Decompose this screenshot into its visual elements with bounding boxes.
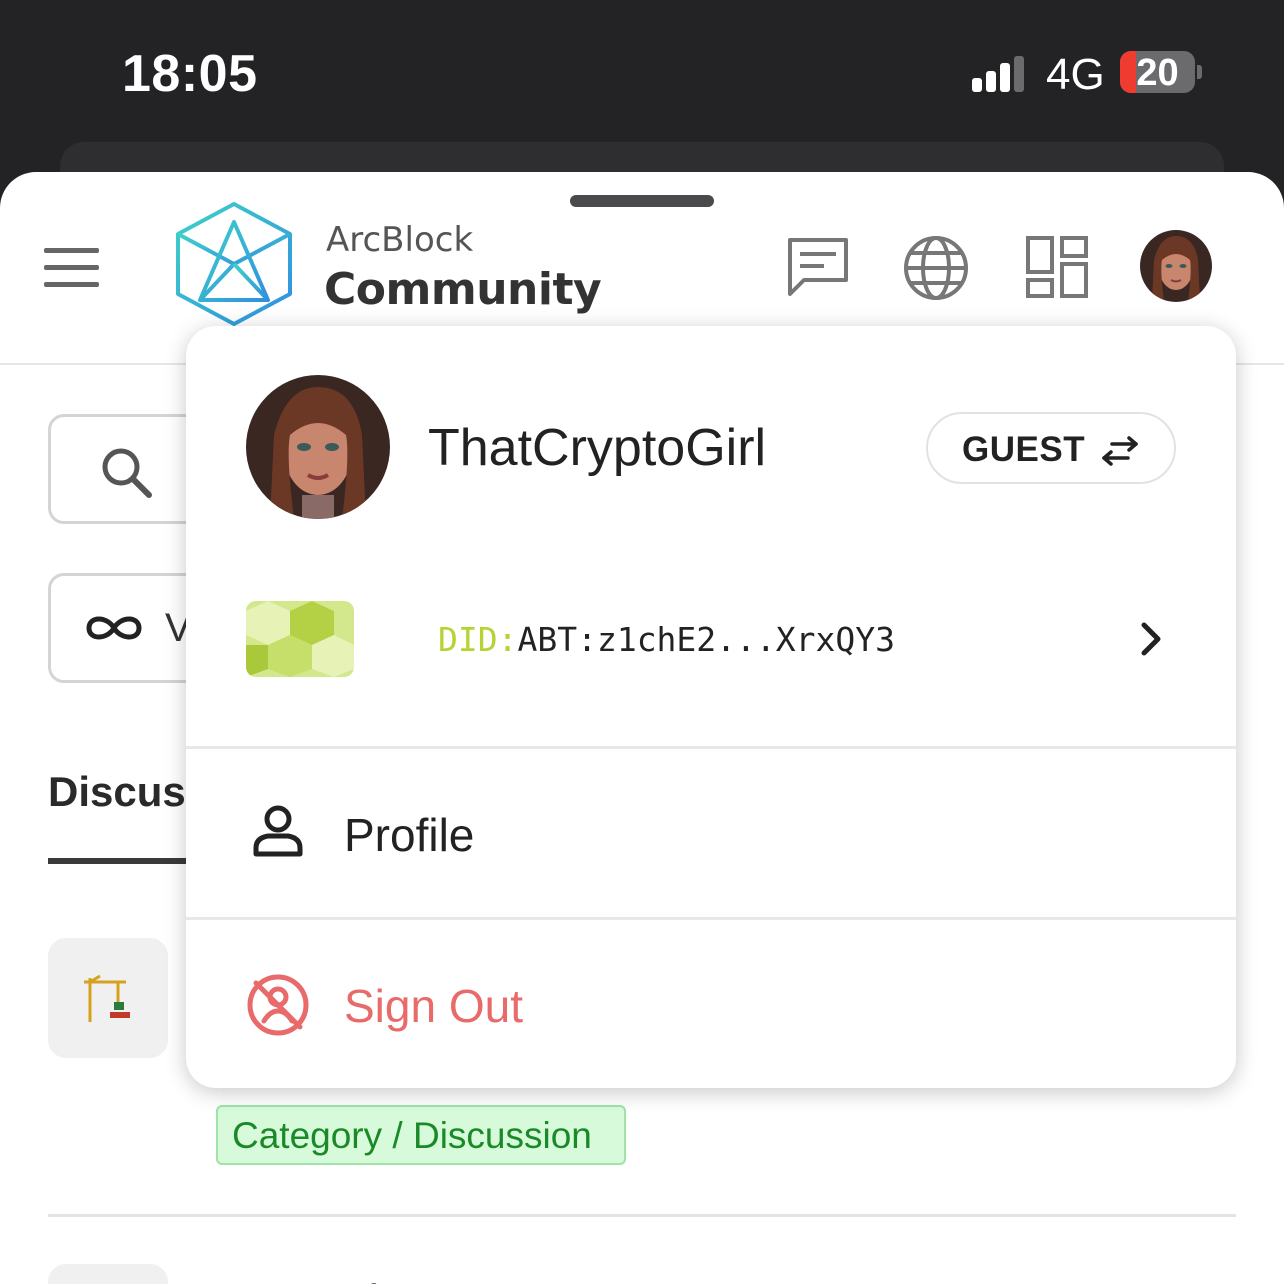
dashboard-icon[interactable] — [1024, 234, 1092, 302]
role-label: GUEST — [962, 430, 1086, 469]
tab-active-indicator — [48, 858, 198, 864]
hamburger-menu-icon[interactable] — [44, 248, 100, 288]
swap-arrows-icon — [1102, 436, 1138, 466]
user-avatar — [246, 375, 390, 519]
menu-divider — [186, 746, 1236, 749]
menu-item-profile[interactable]: Profile — [186, 750, 1236, 918]
did-prefix: DID: — [438, 620, 518, 659]
logo-title-brand: ArcBlock — [326, 220, 474, 260]
battery-icon: 20 — [1120, 51, 1195, 93]
menu-divider — [186, 917, 1236, 920]
arcblock-logo-icon[interactable] — [170, 200, 298, 328]
chevron-right-icon[interactable] — [1136, 619, 1166, 659]
post-title[interactable]: Ma bl i 提 巨 b ilt f S i — [216, 1270, 649, 1284]
infinity-icon — [86, 616, 142, 640]
sign-out-icon — [247, 974, 309, 1036]
chat-icon[interactable] — [784, 234, 852, 302]
post-thumbnail[interactable] — [48, 938, 168, 1058]
menu-item-sign-out[interactable]: Sign Out — [186, 921, 1236, 1088]
battery-tip — [1197, 65, 1202, 79]
user-avatar-button[interactable] — [1140, 230, 1212, 302]
battery-level: 20 — [1136, 52, 1179, 93]
avatar-image — [246, 375, 390, 519]
category-badge[interactable]: Category / Discussion — [216, 1105, 626, 1165]
did-address-link[interactable]: DID:ABT:z1chE2...XrxQY3 — [438, 620, 895, 659]
username: ThatCryptoGirl — [428, 419, 767, 477]
switch-role-button[interactable]: GUEST — [926, 412, 1176, 484]
crane-icon — [84, 974, 130, 1022]
did-wallet-icon — [246, 601, 354, 677]
avatar-image — [1140, 230, 1212, 302]
logo-title-community: Community — [324, 264, 602, 315]
did-value: ABT:z1chE2...XrxQY3 — [517, 620, 895, 659]
globe-icon[interactable] — [902, 234, 970, 302]
sheet-grabber[interactable] — [570, 195, 714, 207]
profile-label: Profile — [344, 809, 475, 861]
network-type: 4G — [1046, 50, 1105, 99]
search-icon — [102, 448, 152, 498]
sign-out-label: Sign Out — [344, 980, 523, 1032]
post-thumbnail[interactable] — [48, 1264, 168, 1284]
user-menu-popover: ThatCryptoGirl GUEST DID:ABT:z1chE2...Xr… — [186, 326, 1236, 1088]
status-time: 18:05 — [122, 45, 258, 103]
person-icon — [253, 805, 303, 857]
list-divider — [48, 1214, 1236, 1217]
status-bar: 18:05 4G 20 — [0, 0, 1284, 202]
tab-discussions[interactable]: Discus — [48, 768, 186, 816]
signal-icon — [972, 56, 1024, 92]
